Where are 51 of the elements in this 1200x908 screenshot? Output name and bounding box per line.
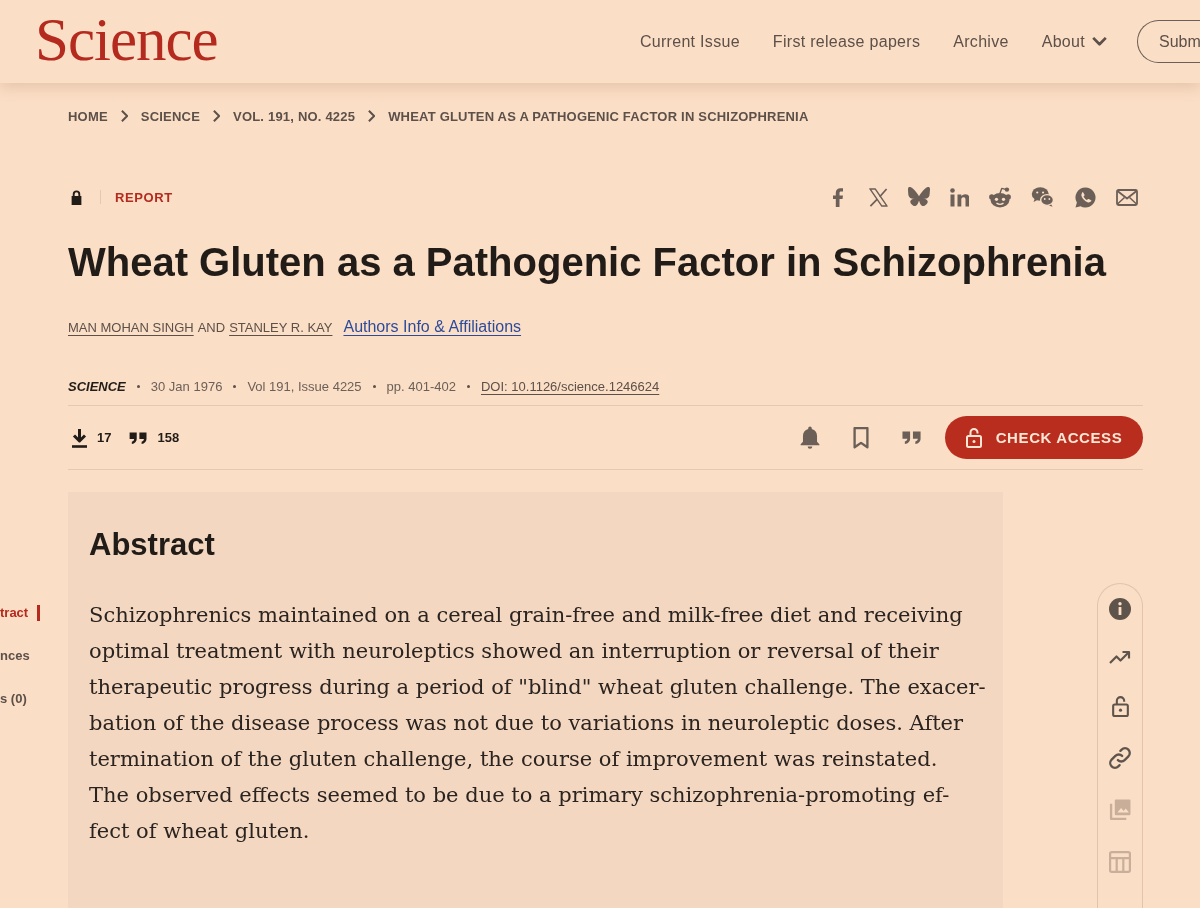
breadcrumb-link[interactable]: SCIENCE [140, 108, 200, 124]
breadcrumb-link[interactable]: VOL. 191, NO. 4225 [233, 108, 356, 124]
chevron-right-icon [213, 110, 220, 122]
link-icon[interactable] [1109, 747, 1131, 769]
author-conjunction: AND [197, 319, 226, 335]
article-title: Wheat Gluten as a Pathogenic Factor in Schizophrenia [68, 239, 1108, 286]
journal-name: SCIENCE [68, 378, 126, 394]
nav-menu[interactable]: About [1041, 32, 1107, 51]
page-range: pp. 401-402 [386, 378, 456, 394]
author-link[interactable]: MAN MOHAN SINGH [68, 319, 194, 335]
nav-link[interactable]: Archive [953, 32, 1009, 51]
unlocked-padlock-icon[interactable] [1111, 695, 1129, 717]
author-link[interactable]: STANLEY R. KAY [229, 319, 333, 335]
in-logo-icon[interactable] [950, 187, 969, 207]
download-icon [71, 427, 88, 448]
citation-count: 158 [157, 430, 180, 445]
abstract-heading: Abstract [89, 526, 216, 564]
butterfly-icon[interactable] [908, 187, 930, 207]
volume-issue: Vol 191, Issue 4225 [247, 378, 362, 394]
check-access-button[interactable]: CHECK ACCESS [945, 416, 1143, 459]
alien-icon[interactable] [989, 186, 1011, 208]
nav-link[interactable]: First release papers [772, 32, 921, 51]
trending-up-icon[interactable] [1109, 650, 1131, 665]
section-nav-item[interactable]: s (0) [0, 691, 27, 707]
affiliations-link[interactable]: Authors Info & Affiliations [343, 318, 522, 336]
download-count: 17 [97, 430, 112, 445]
unlocked-padlock-icon [965, 427, 982, 448]
padlock-icon [71, 189, 82, 205]
bookmark-icon[interactable] [853, 426, 869, 449]
chevron-right-icon [368, 110, 376, 122]
nav-link[interactable]: Current Issue [639, 32, 740, 51]
section-nav-item[interactable]: tract [0, 605, 41, 621]
quote-icon[interactable] [902, 431, 922, 444]
publication-date: 30 Jan 1976 [150, 378, 223, 394]
doi-link[interactable]: DOI: 10.1126/science.1246624 [481, 378, 660, 394]
x-logo-icon[interactable] [869, 187, 888, 207]
envelope-icon[interactable] [1116, 188, 1138, 206]
f-logo-icon[interactable] [833, 187, 843, 207]
article-type-label: REPORT [115, 189, 173, 205]
section-nav-item[interactable]: nces [0, 648, 30, 664]
quote-icon [129, 431, 149, 444]
site-logo[interactable]: Science [35, 9, 218, 70]
chat-bubbles-icon[interactable] [1031, 187, 1055, 207]
bell-icon[interactable] [800, 425, 820, 450]
chevron-down-icon [1092, 37, 1107, 46]
abstract-text: Schizophrenics maintained on a cereal grain-free and milk-free diet and receiving optimal treatment with neuroleptics showed an interruption or reversal of their therapeutic progress during a period of "blind" wheat gluten challenge. The exacer- bation of the disease process was not due to variations in neuroleptic doses. After termination of the gluten challenge, the course of improvement was reinstated. The observed effects seemed to be due to a primary schizophrenia-promoting ef- fect of wheat gluten. [89, 602, 987, 845]
breadcrumb-current: WHEAT GLUTEN AS A PATHOGENIC FACTOR IN SCHIZOPHRENIA [388, 108, 809, 124]
phone-chat-icon[interactable] [1075, 186, 1096, 208]
breadcrumb-link[interactable]: HOME [68, 108, 108, 124]
info-icon[interactable] [1109, 598, 1131, 620]
chevron-right-icon [120, 110, 128, 122]
